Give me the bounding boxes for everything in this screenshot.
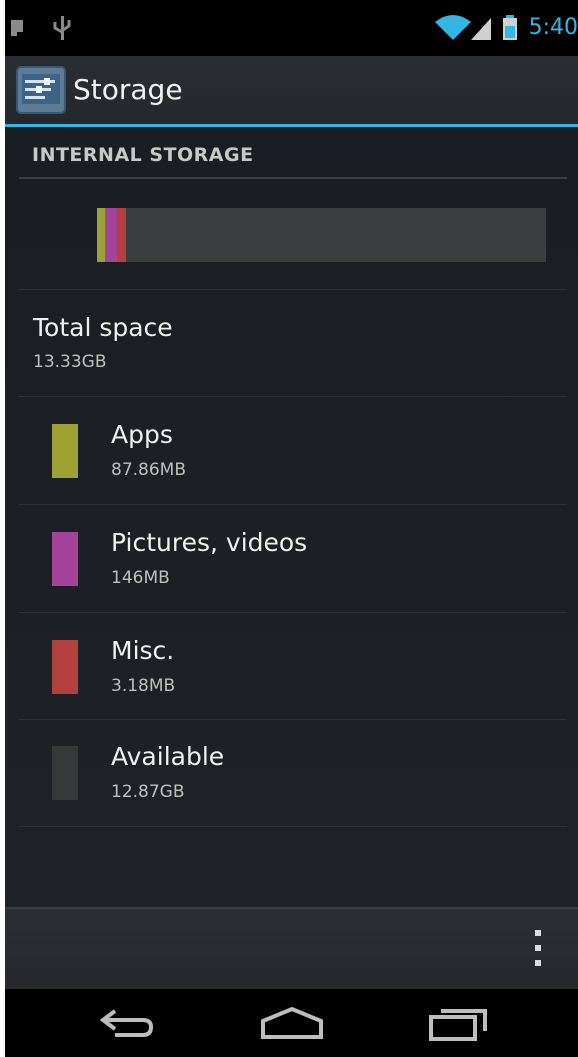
list-item-available[interactable]: Available 12.87GB xyxy=(5,722,578,829)
android-debug-icon xyxy=(11,20,23,36)
usage-segment-available xyxy=(126,208,546,262)
page-title: Storage xyxy=(73,73,183,106)
usb-icon xyxy=(53,16,71,40)
list-item-value: 3.18MB xyxy=(111,676,176,696)
total-space-label: Total space xyxy=(33,313,173,342)
bottom-action-bar xyxy=(5,907,578,989)
section-divider xyxy=(19,177,567,179)
divider xyxy=(19,289,567,290)
divider xyxy=(19,504,567,505)
overflow-menu-icon[interactable] xyxy=(531,928,545,968)
wifi-icon xyxy=(435,15,471,40)
list-item-misc[interactable]: Misc. 3.18MB xyxy=(5,616,578,723)
signal-icon xyxy=(471,18,491,40)
divider xyxy=(19,719,567,720)
usage-segment-apps xyxy=(97,208,105,262)
list-item-value: 12.87GB xyxy=(111,782,185,802)
storage-usage-bar xyxy=(97,208,546,262)
battery-icon xyxy=(503,15,517,40)
status-bar: 5:40 xyxy=(5,0,578,56)
storage-settings-icon[interactable] xyxy=(16,66,66,114)
divider xyxy=(19,612,567,613)
recent-apps-icon[interactable] xyxy=(427,1003,493,1043)
available-color-swatch xyxy=(52,746,78,800)
list-item-value: 146MB xyxy=(111,568,170,588)
list-item-label: Apps xyxy=(111,420,173,449)
usage-segment-pictures xyxy=(104,208,118,262)
list-item-value: 87.86MB xyxy=(111,460,186,480)
status-time: 5:40 xyxy=(528,15,578,40)
home-icon[interactable] xyxy=(257,1003,327,1043)
back-icon[interactable] xyxy=(93,1003,159,1043)
section-header: INTERNAL STORAGE xyxy=(32,144,254,166)
divider xyxy=(19,396,567,397)
misc-color-swatch xyxy=(52,640,78,694)
apps-color-swatch xyxy=(52,424,78,478)
list-item-label: Pictures, videos xyxy=(111,528,308,557)
list-item-label: Available xyxy=(111,742,225,771)
list-item-apps[interactable]: Apps 87.86MB xyxy=(5,400,578,507)
list-item-label: Misc. xyxy=(111,636,175,665)
divider xyxy=(19,826,567,827)
total-space-value: 13.33GB xyxy=(33,352,107,372)
list-item-pictures-videos[interactable]: Pictures, videos 146MB xyxy=(5,508,578,615)
android-screen: 5:40 Storage INTERNAL STORAGE Total spac… xyxy=(5,0,578,1057)
usage-segment-misc xyxy=(117,208,127,262)
pictures-color-swatch xyxy=(52,532,78,586)
